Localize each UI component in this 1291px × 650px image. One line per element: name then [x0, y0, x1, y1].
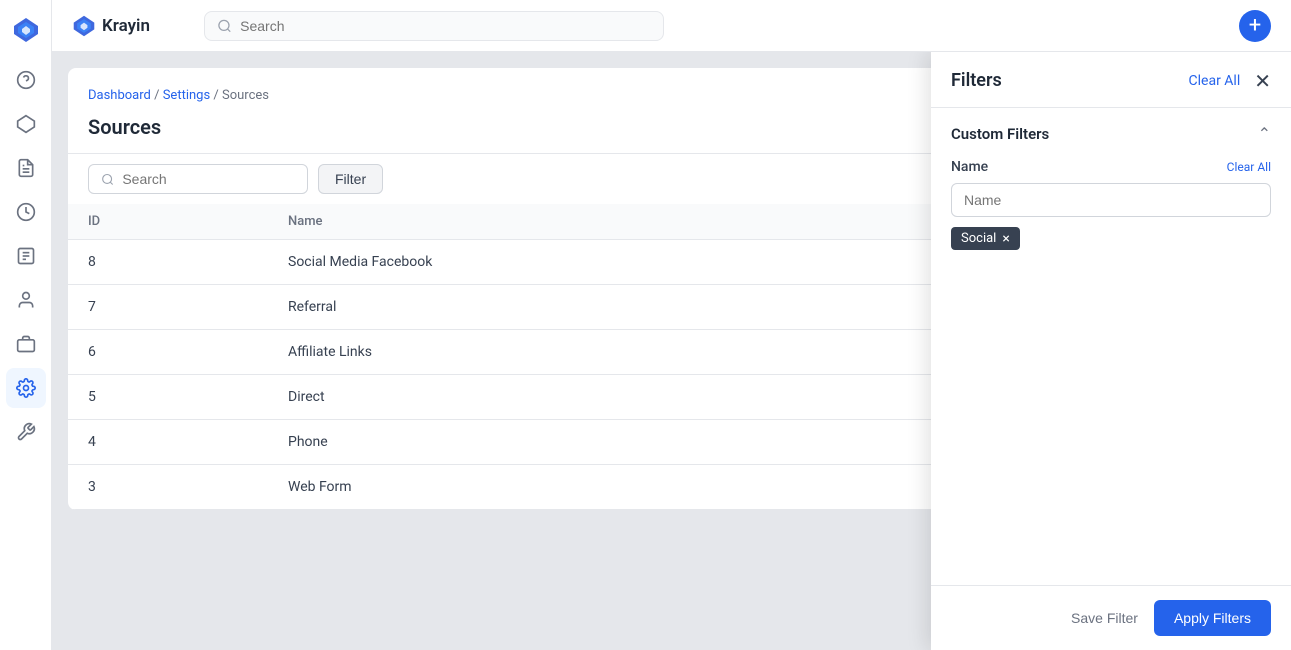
add-button[interactable]: +: [1239, 10, 1271, 42]
name-field-clear[interactable]: Clear All: [1227, 160, 1271, 174]
filter-footer: Save Filter Apply Filters: [931, 585, 1291, 650]
filter-header-actions: Clear All ✕: [1189, 71, 1271, 91]
filter-button[interactable]: Filter: [318, 164, 383, 194]
sidebar-item-tasks[interactable]: [6, 148, 46, 188]
table-search-icon: [101, 172, 114, 187]
filter-body: Custom Filters ⌃ Name Clear All Social: [931, 108, 1291, 585]
collapse-icon[interactable]: ⌃: [1258, 124, 1271, 143]
filter-header: Filters Clear All ✕: [931, 52, 1291, 108]
sidebar-item-tools[interactable]: [6, 412, 46, 452]
filter-close-button[interactable]: ✕: [1254, 71, 1271, 91]
top-header: Krayin +: [52, 0, 1291, 52]
logo-diamond: [12, 16, 40, 44]
sidebar-item-products[interactable]: [6, 324, 46, 364]
sidebar-item-support[interactable]: [6, 60, 46, 100]
filter-tag-label: Social: [961, 231, 996, 246]
name-filter-section: Name Clear All Social ×: [951, 159, 1271, 250]
table-search-container[interactable]: [88, 164, 308, 194]
header-search-icon: [217, 18, 232, 34]
breadcrumb-sep-2: /: [213, 88, 222, 103]
left-sidebar: [0, 0, 52, 650]
cell-id: 4: [68, 420, 268, 465]
table-search-input[interactable]: [122, 171, 295, 187]
sidebar-item-contacts[interactable]: [6, 280, 46, 320]
sidebar-item-docs[interactable]: [6, 236, 46, 276]
apply-filters-button[interactable]: Apply Filters: [1154, 600, 1271, 636]
cell-id: 6: [68, 330, 268, 375]
name-field-header: Name Clear All: [951, 159, 1271, 175]
logo-icon: [72, 14, 96, 38]
col-id: ID: [68, 204, 268, 240]
breadcrumb-settings[interactable]: Settings: [163, 88, 210, 103]
content-area: Dashboard / Settings / Sources Sources: [52, 52, 1291, 650]
name-filter-input[interactable]: [951, 183, 1271, 217]
sidebar-item-pipeline[interactable]: [6, 104, 46, 144]
breadcrumb-sep-1: /: [154, 88, 163, 103]
header-search[interactable]: [204, 11, 664, 41]
sidebar-item-settings[interactable]: [6, 368, 46, 408]
name-field-label: Name: [951, 159, 988, 175]
filter-tag-social: Social ×: [951, 227, 1020, 250]
filter-panel: Filters Clear All ✕ Custom Filters ⌃: [931, 52, 1291, 650]
app-name: Krayin: [102, 16, 150, 36]
custom-filters-title: Custom Filters: [951, 125, 1049, 143]
logo-area: Krayin: [72, 14, 192, 38]
breadcrumb-current: Sources: [222, 88, 269, 103]
sidebar-item-clock[interactable]: [6, 192, 46, 232]
cell-id: 5: [68, 375, 268, 420]
breadcrumb-dashboard[interactable]: Dashboard: [88, 88, 151, 103]
cell-id: 7: [68, 285, 268, 330]
cell-id: 3: [68, 465, 268, 510]
cell-id: 8: [68, 240, 268, 285]
custom-filters-header: Custom Filters ⌃: [951, 124, 1271, 143]
header-search-input[interactable]: [240, 18, 651, 34]
filter-tag-close[interactable]: ×: [1002, 232, 1009, 246]
filter-clear-all-link[interactable]: Clear All: [1189, 73, 1241, 89]
save-filter-button[interactable]: Save Filter: [1071, 610, 1138, 626]
filter-panel-title: Filters: [951, 70, 1002, 91]
